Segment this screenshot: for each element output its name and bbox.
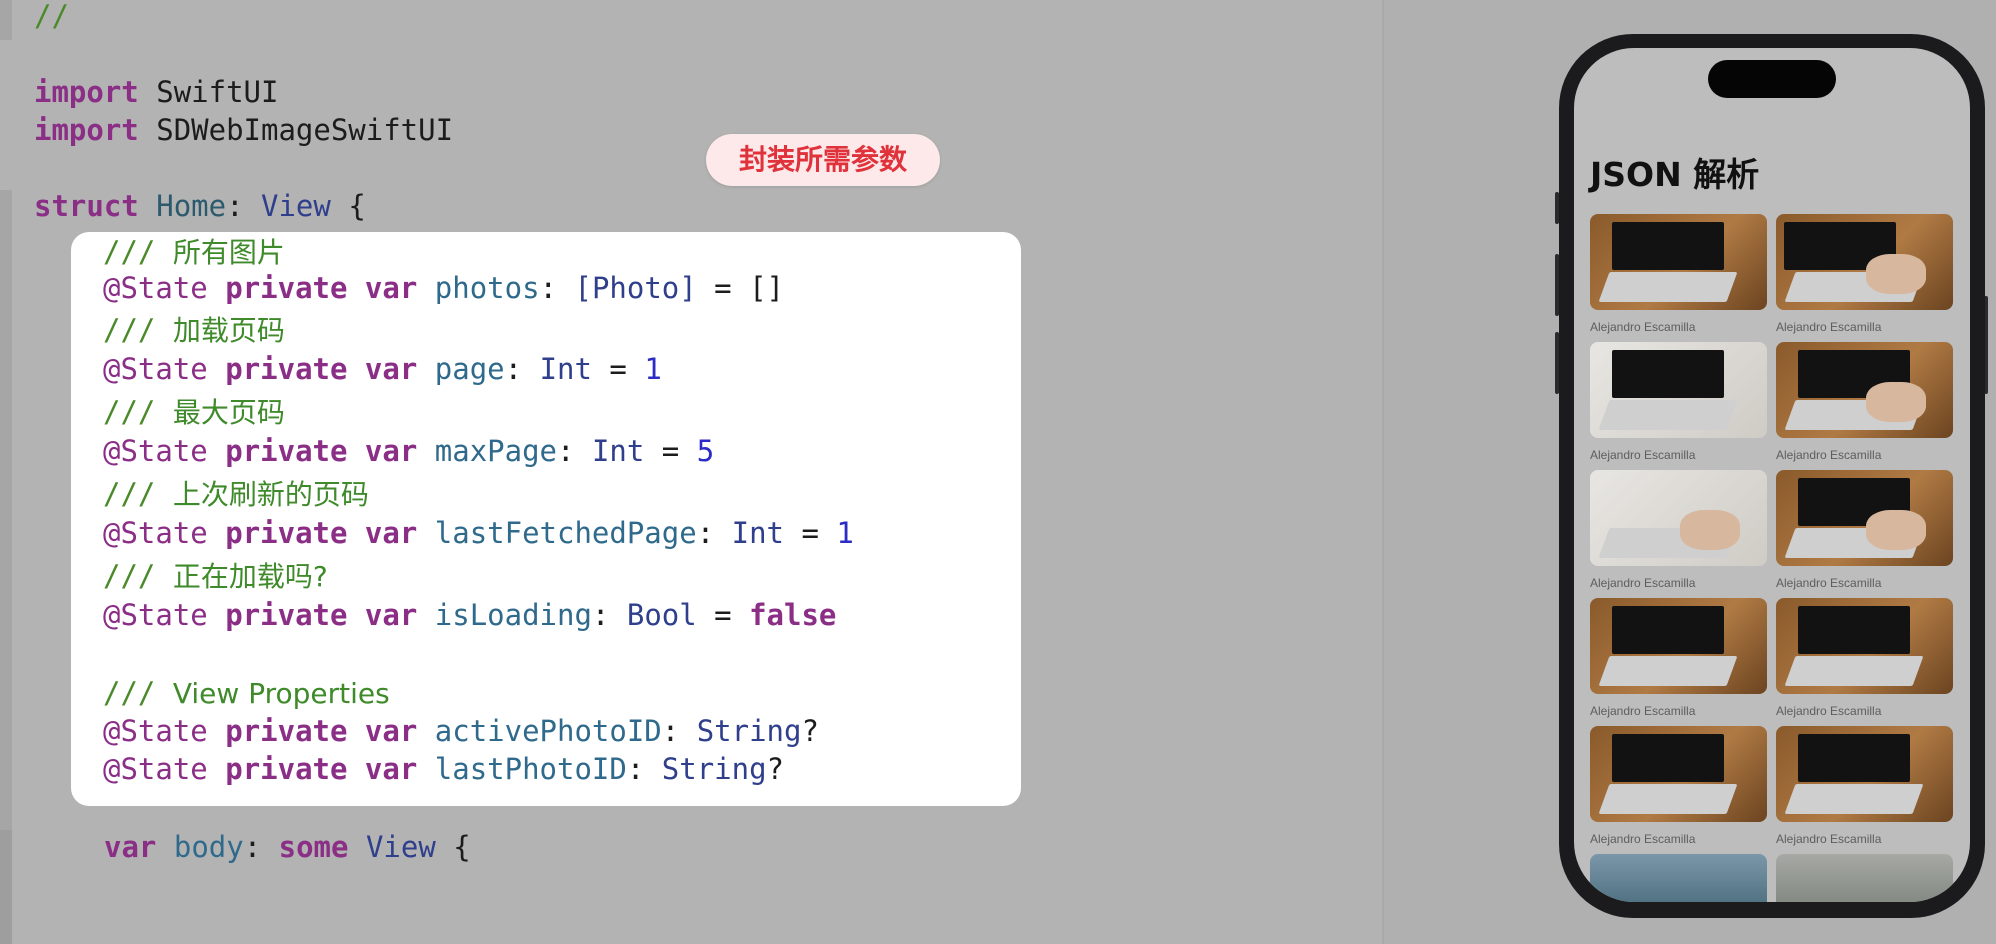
code-line-state: @State private var lastFetchedPage: Int …	[103, 516, 854, 550]
photo-card[interactable]: Alejandro Escamilla	[1776, 470, 1953, 590]
code-line-body: var body: some View {	[104, 830, 471, 864]
photo-thumbnail	[1776, 470, 1953, 566]
photo-author: Alejandro Escamilla	[1590, 448, 1696, 462]
photo-author: Alejandro Escamilla	[1776, 320, 1882, 334]
hand-shape	[1680, 510, 1740, 550]
photo-card[interactable]: Alejandro Escamilla	[1590, 598, 1767, 718]
photo-card[interactable]: Alejandro Escamilla	[1776, 214, 1953, 334]
laptop-keyboard-shape	[1598, 400, 1738, 430]
photo-thumbnail	[1590, 854, 1767, 902]
code-line-import: import SwiftUI	[34, 75, 279, 109]
code-line-state: @State private var activePhotoID: String…	[103, 714, 819, 748]
photo-card[interactable]	[1776, 854, 1953, 902]
photo-thumbnail	[1776, 214, 1953, 310]
gutter-marker	[0, 0, 12, 40]
laptop-keyboard-shape	[1784, 656, 1924, 686]
code-line-struct: struct Home: View {	[34, 189, 366, 223]
photo-thumbnail	[1776, 598, 1953, 694]
screen-title: JSON 解析	[1590, 155, 1760, 194]
code-line-comment: //	[34, 0, 69, 33]
code-line-doc-comment: /// 加载页码	[103, 313, 285, 347]
photo-card[interactable]: Alejandro Escamilla	[1590, 342, 1767, 462]
photo-author: Alejandro Escamilla	[1590, 576, 1696, 590]
photo-card[interactable]: Alejandro Escamilla	[1590, 214, 1767, 334]
code-line-state: @State private var isLoading: Bool = fal…	[103, 598, 837, 632]
code-line-import: import SDWebImageSwiftUI	[34, 113, 454, 147]
laptop-screen-shape	[1612, 606, 1724, 654]
hand-shape	[1866, 510, 1926, 550]
code-line-doc-comment: /// View Properties	[103, 676, 390, 710]
code-line-doc-comment: /// 最大页码	[103, 395, 285, 429]
laptop-screen-shape	[1612, 350, 1724, 398]
photo-author: Alejandro Escamilla	[1776, 576, 1882, 590]
photo-thumbnail	[1776, 342, 1953, 438]
laptop-screen-shape	[1798, 734, 1910, 782]
gutter-marker	[0, 190, 12, 830]
code-editor[interactable]: // import SwiftUI import SDWebImageSwift…	[0, 0, 1382, 944]
photo-thumbnail	[1776, 726, 1953, 822]
photo-author: Alejandro Escamilla	[1590, 832, 1696, 846]
laptop-screen-shape	[1612, 222, 1724, 270]
dynamic-island	[1708, 60, 1836, 98]
photo-thumbnail	[1776, 854, 1953, 902]
hand-shape	[1866, 382, 1926, 422]
code-line-doc-comment: /// 所有图片	[103, 235, 285, 269]
code-line-doc-comment: /// 上次刷新的页码	[103, 477, 369, 511]
photo-thumbnail	[1590, 214, 1767, 310]
photo-card[interactable]: Alejandro Escamilla	[1590, 470, 1767, 590]
phone-screen[interactable]: JSON 解析 Alejandro Escamilla Alejandro Esc…	[1574, 48, 1970, 902]
photo-author: Alejandro Escamilla	[1590, 704, 1696, 718]
laptop-screen-shape	[1612, 734, 1724, 782]
code-line-doc-comment: /// 正在加载吗?	[103, 559, 328, 593]
laptop-keyboard-shape	[1784, 784, 1924, 814]
photo-card[interactable]: Alejandro Escamilla	[1776, 598, 1953, 718]
photo-thumbnail	[1590, 726, 1767, 822]
annotation-badge: 封装所需参数	[706, 134, 940, 186]
photo-thumbnail	[1590, 470, 1767, 566]
laptop-screen-shape	[1798, 606, 1910, 654]
laptop-keyboard-shape	[1598, 272, 1738, 302]
photo-card[interactable]: Alejandro Escamilla	[1590, 726, 1767, 846]
gutter-marker	[0, 830, 12, 944]
photo-author: Alejandro Escamilla	[1590, 320, 1696, 334]
code-line-state: @State private var photos: [Photo] = []	[103, 271, 785, 305]
photo-author: Alejandro Escamilla	[1776, 704, 1882, 718]
highlighted-code-block: /// 所有图片 @State private var photos: [Pho…	[71, 232, 1021, 806]
code-line-state: @State private var maxPage: Int = 5	[103, 434, 715, 468]
photo-card[interactable]: Alejandro Escamilla	[1776, 342, 1953, 462]
photo-thumbnail	[1590, 342, 1767, 438]
laptop-keyboard-shape	[1598, 784, 1738, 814]
photo-author: Alejandro Escamilla	[1776, 448, 1882, 462]
photo-author: Alejandro Escamilla	[1776, 832, 1882, 846]
laptop-keyboard-shape	[1598, 656, 1738, 686]
code-line-state: @State private var lastPhotoID: String?	[103, 752, 785, 786]
hand-shape	[1866, 254, 1926, 294]
photo-thumbnail	[1590, 598, 1767, 694]
photo-card[interactable]: Alejandro Escamilla	[1776, 726, 1953, 846]
photo-card[interactable]	[1590, 854, 1767, 902]
code-line-state: @State private var page: Int = 1	[103, 352, 662, 386]
